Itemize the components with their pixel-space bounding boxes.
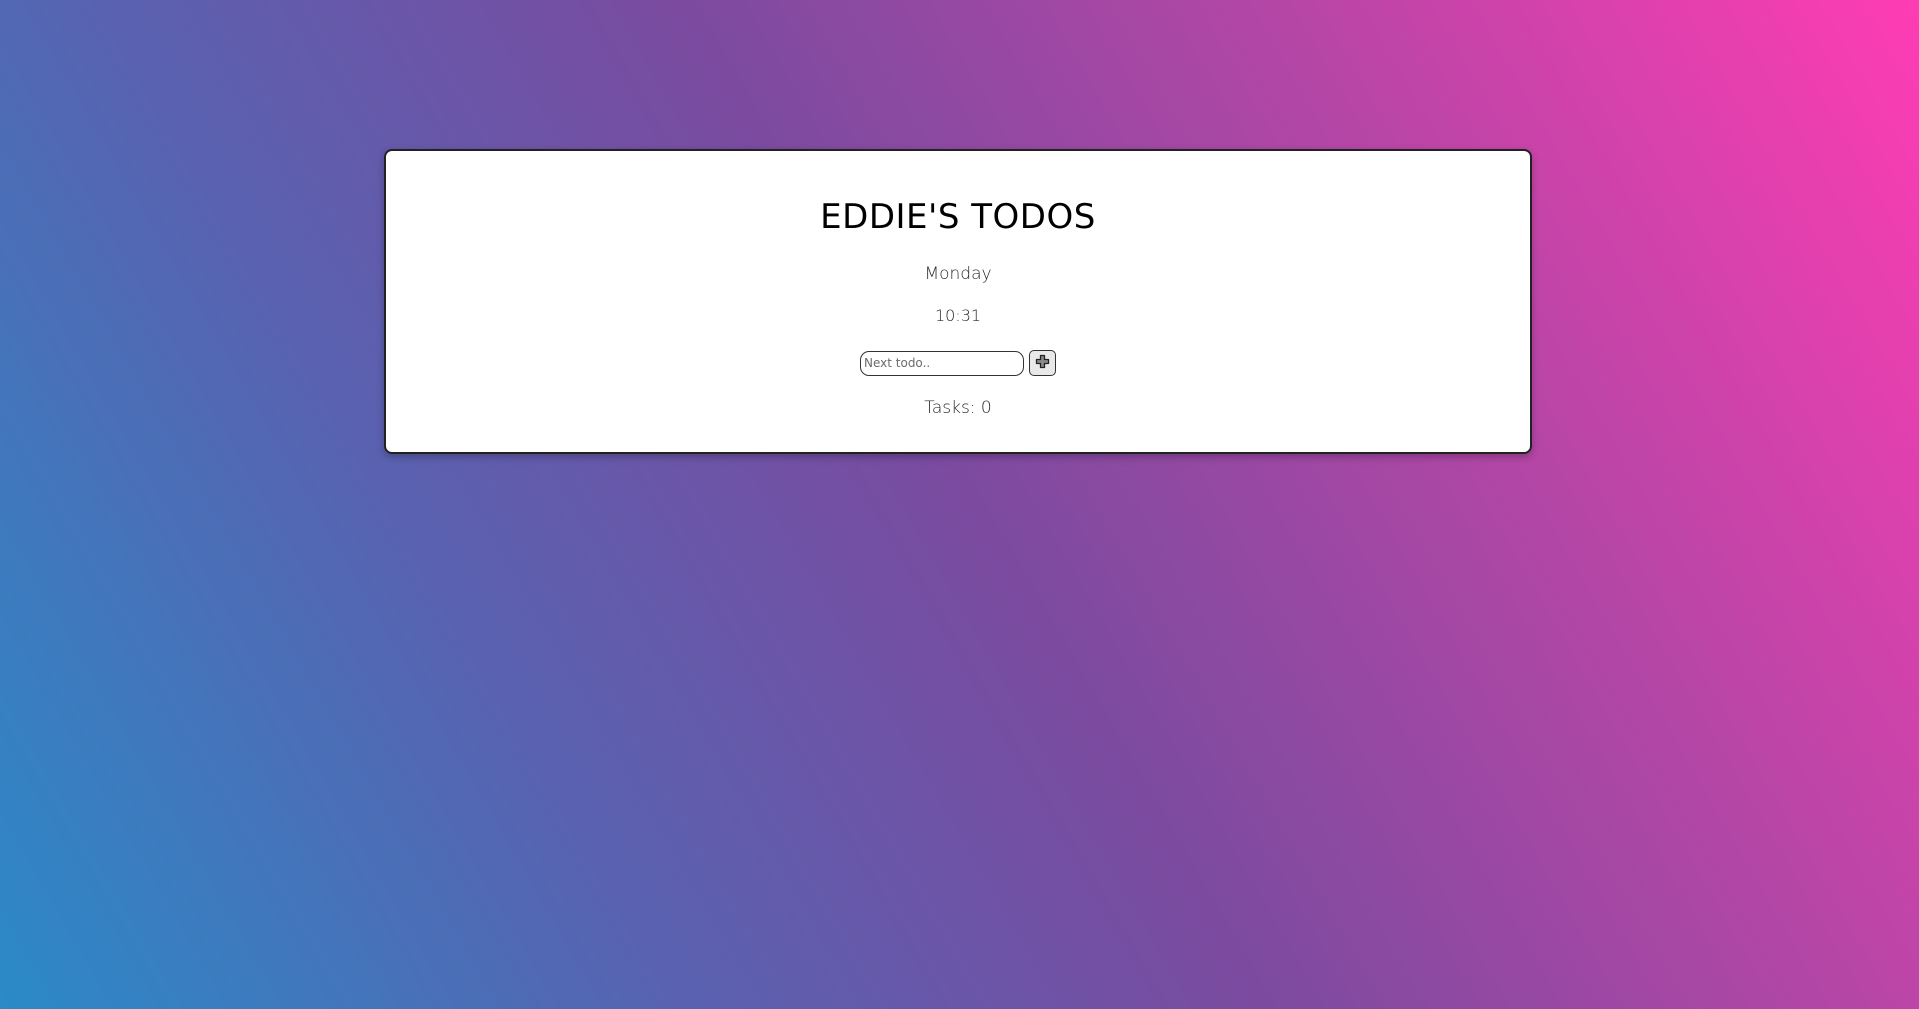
- day-label: Monday: [924, 264, 992, 284]
- todo-card: EDDIE'S TODOS Monday 10:31 Tasks: 0: [384, 149, 1532, 454]
- add-todo-button[interactable]: [1029, 350, 1056, 376]
- task-count: Tasks: 0: [924, 398, 992, 418]
- time-label: 10:31: [934, 306, 982, 325]
- plus-icon: [1035, 354, 1050, 372]
- todo-form: [386, 350, 1530, 376]
- todo-input[interactable]: [860, 350, 1024, 376]
- page-title: EDDIE'S TODOS: [820, 197, 1096, 237]
